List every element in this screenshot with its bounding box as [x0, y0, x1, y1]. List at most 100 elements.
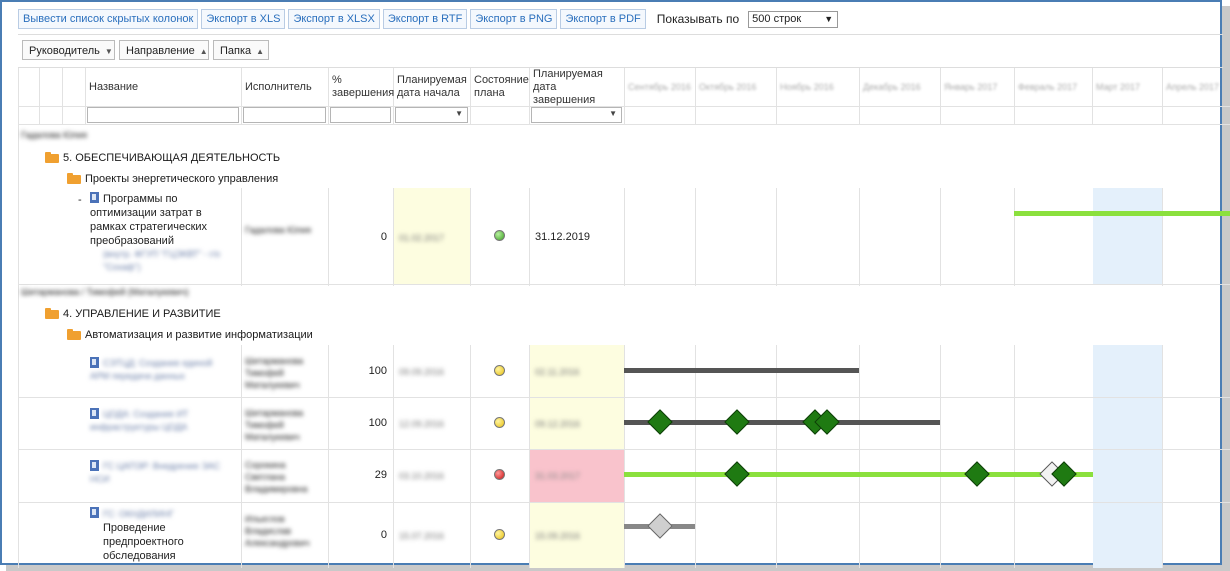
column-header-planned-end[interactable]: Планируемая дата завершения	[529, 68, 624, 106]
export-rtf-button[interactable]: Экспорт в RTF	[382, 9, 468, 29]
sort-desc-icon: ▼	[104, 47, 113, 56]
grouping-bar: Руководитель ▼ Направление ▲ Папка ▲	[18, 34, 1223, 68]
planned-start-date: 09.09.2016	[399, 367, 445, 377]
export-pdf-button[interactable]: Экспорт в PDF	[560, 9, 646, 29]
column-header-percent[interactable]: % завершения	[328, 68, 394, 106]
start-date-filter-select[interactable]: ▼	[395, 107, 468, 123]
export-xlsx-button[interactable]: Экспорт в XLSX	[288, 9, 380, 29]
task-icon	[90, 408, 99, 419]
folder-group-header[interactable]: Автоматизация и развитие информатизации	[67, 328, 313, 341]
export-xls-button[interactable]: Экспорт в XLS	[201, 9, 286, 29]
export-png-button[interactable]: Экспорт в PNG	[470, 9, 558, 29]
direction-label: 4. УПРАВЛЕНИЕ И РАЗВИТИЕ	[63, 308, 221, 320]
plan-state-indicator	[494, 417, 505, 428]
milestone-diamond[interactable]	[724, 409, 750, 435]
percent-complete: 29	[374, 469, 387, 481]
executor-name[interactable]: Гадалова Юлия	[245, 225, 315, 235]
group-by-manager-button[interactable]: Руководитель ▼	[22, 40, 115, 60]
chevron-down-icon: ▼	[609, 109, 617, 118]
direction-group-header[interactable]: 4. УПРАВЛЕНИЕ И РАЗВИТИЕ	[45, 307, 221, 320]
column-header-plan-state[interactable]: Состояние плана	[470, 68, 529, 106]
executor-name[interactable]: Шитарманова Тимофей Маталукевич	[245, 407, 320, 443]
chevron-down-icon: ▼	[455, 109, 463, 118]
task-icon	[90, 192, 99, 203]
percent-complete: 100	[368, 417, 387, 429]
timeline-header-month: Октябрь 2016	[699, 81, 757, 92]
folder-icon	[45, 307, 59, 319]
report-window: Вывести список скрытых колонок Экспорт в…	[0, 0, 1230, 568]
plan-state-indicator	[494, 469, 505, 480]
executor-name[interactable]: Шитарманова Тимофей Маталукевич	[245, 355, 320, 391]
export-toolbar: Вывести список скрытых колонок Экспорт в…	[18, 9, 839, 29]
planned-end-date: 02.11.2016	[535, 367, 580, 377]
planned-start-date: 03.10.2016	[399, 471, 445, 481]
task-name-cell[interactable]: Программы по оптимизации затрат в рамках…	[90, 192, 232, 274]
chevron-down-icon: ▼	[824, 13, 834, 24]
timeline-header-month: Март 2017	[1096, 81, 1141, 92]
executor-name[interactable]: Сорокина Светлана Владимировна	[245, 459, 320, 495]
folder-icon	[67, 172, 81, 184]
milestone-diamond[interactable]	[724, 461, 750, 487]
direction-group-header[interactable]: 5. ОБЕСПЕЧИВАЮЩАЯ ДЕЯТЕЛЬНОСТЬ	[45, 151, 281, 164]
folder-label: Автоматизация и развитие информатизации	[85, 329, 313, 341]
planned-end-date: 09.12.2016	[535, 419, 581, 429]
task-name-cell[interactable]: ЦОДА: Создание ИТ инфраструктуры ЦОДА	[90, 408, 230, 434]
current-month-highlight	[1093, 188, 1162, 284]
direction-label: 5. ОБЕСПЕЧИВАЮЩАЯ ДЕЯТЕЛЬНОСТЬ	[63, 152, 281, 164]
task-name-cell[interactable]: ГС: ОКНДИЛИНГ Проведение предпроектного …	[90, 507, 230, 563]
percent-complete: 0	[380, 231, 387, 243]
task-icon	[90, 460, 99, 471]
folder-group-header[interactable]: Проекты энергетического управления	[67, 172, 279, 185]
task-name: СЭТЦД: Создание единой АРМ передачи данн…	[90, 358, 213, 381]
timeline-header-month: Январь 2017	[944, 81, 998, 92]
task-name: ГС ЦАПЭР: Внедрение ЭАС НСИ	[90, 461, 221, 484]
task-name-cell[interactable]: СЭТЦД: Создание единой АРМ передачи данн…	[90, 357, 230, 383]
group-label: Руководитель	[29, 45, 100, 57]
manager-group-header[interactable]: Гадалова Юлия	[21, 130, 87, 140]
task-name: Программы по оптимизации затрат в рамках…	[90, 193, 208, 247]
current-month-highlight	[1093, 345, 1162, 568]
timeline-header-month: Февраль 2017	[1018, 81, 1078, 92]
sort-asc-icon: ▲	[199, 47, 208, 56]
plan-state-indicator	[494, 230, 505, 241]
executor-name[interactable]: Ильеглов Владислав Александрович	[245, 513, 323, 549]
column-header-executor[interactable]: Исполнитель	[241, 68, 328, 106]
timeline-header-month: Апрель 2017	[1166, 81, 1220, 92]
gantt-bar[interactable]	[624, 368, 859, 373]
gantt-bar[interactable]	[624, 472, 1093, 477]
task-name-cell[interactable]: ГС ЦАПЭР: Внедрение ЭАС НСИ	[90, 460, 230, 486]
plan-state-indicator	[494, 529, 505, 540]
percent-filter-input[interactable]	[330, 107, 391, 123]
show-hidden-columns-button[interactable]: Вывести список скрытых колонок	[18, 9, 199, 29]
folder-icon	[67, 328, 81, 340]
group-by-direction-button[interactable]: Направление ▲	[119, 40, 209, 60]
milestone-diamond[interactable]	[647, 513, 673, 539]
task-name: ЦОДА: Создание ИТ инфраструктуры ЦОДА	[90, 409, 189, 432]
name-filter-input[interactable]	[87, 107, 239, 123]
task-name-extra: (внутр. ФГУП "ГЦЭКВТ" - г/о "Сохаф")	[103, 249, 221, 272]
planned-end-date: 15.09.2016	[535, 531, 581, 541]
task-name-extra: ГС: ОКНДИЛИНГ	[103, 509, 175, 519]
manager-group-header[interactable]: Шитарманова / Тимофей (Маталукевич)	[21, 287, 189, 297]
percent-complete: 0	[380, 529, 387, 541]
task-icon	[90, 357, 99, 368]
folder-label: Проекты энергетического управления	[85, 173, 279, 185]
group-label: Направление	[126, 45, 195, 57]
planned-start-date: 01.02.2017	[399, 233, 445, 243]
gantt-bar[interactable]	[1014, 211, 1230, 216]
column-header-planned-start[interactable]: Планируемая дата начала	[393, 68, 470, 106]
group-label: Папка	[220, 45, 252, 57]
row-expander[interactable]: -	[78, 194, 82, 206]
executor-filter-input[interactable]	[243, 107, 326, 123]
folder-icon	[45, 151, 59, 163]
sort-asc-icon: ▲	[256, 47, 265, 56]
end-date-filter-select[interactable]: ▼	[531, 107, 622, 123]
milestone-diamond[interactable]	[647, 409, 673, 435]
column-header-name[interactable]: Название	[85, 68, 241, 106]
task-icon	[90, 507, 99, 518]
planned-end-date: 31.12.2019	[535, 231, 591, 243]
page-size-select[interactable]: 500 строк ▼	[748, 10, 839, 28]
gantt-grid: Название Исполнитель % завершения Планир…	[18, 68, 1230, 568]
group-by-folder-button[interactable]: Папка ▲	[213, 40, 269, 60]
milestone-diamond[interactable]	[964, 461, 990, 487]
